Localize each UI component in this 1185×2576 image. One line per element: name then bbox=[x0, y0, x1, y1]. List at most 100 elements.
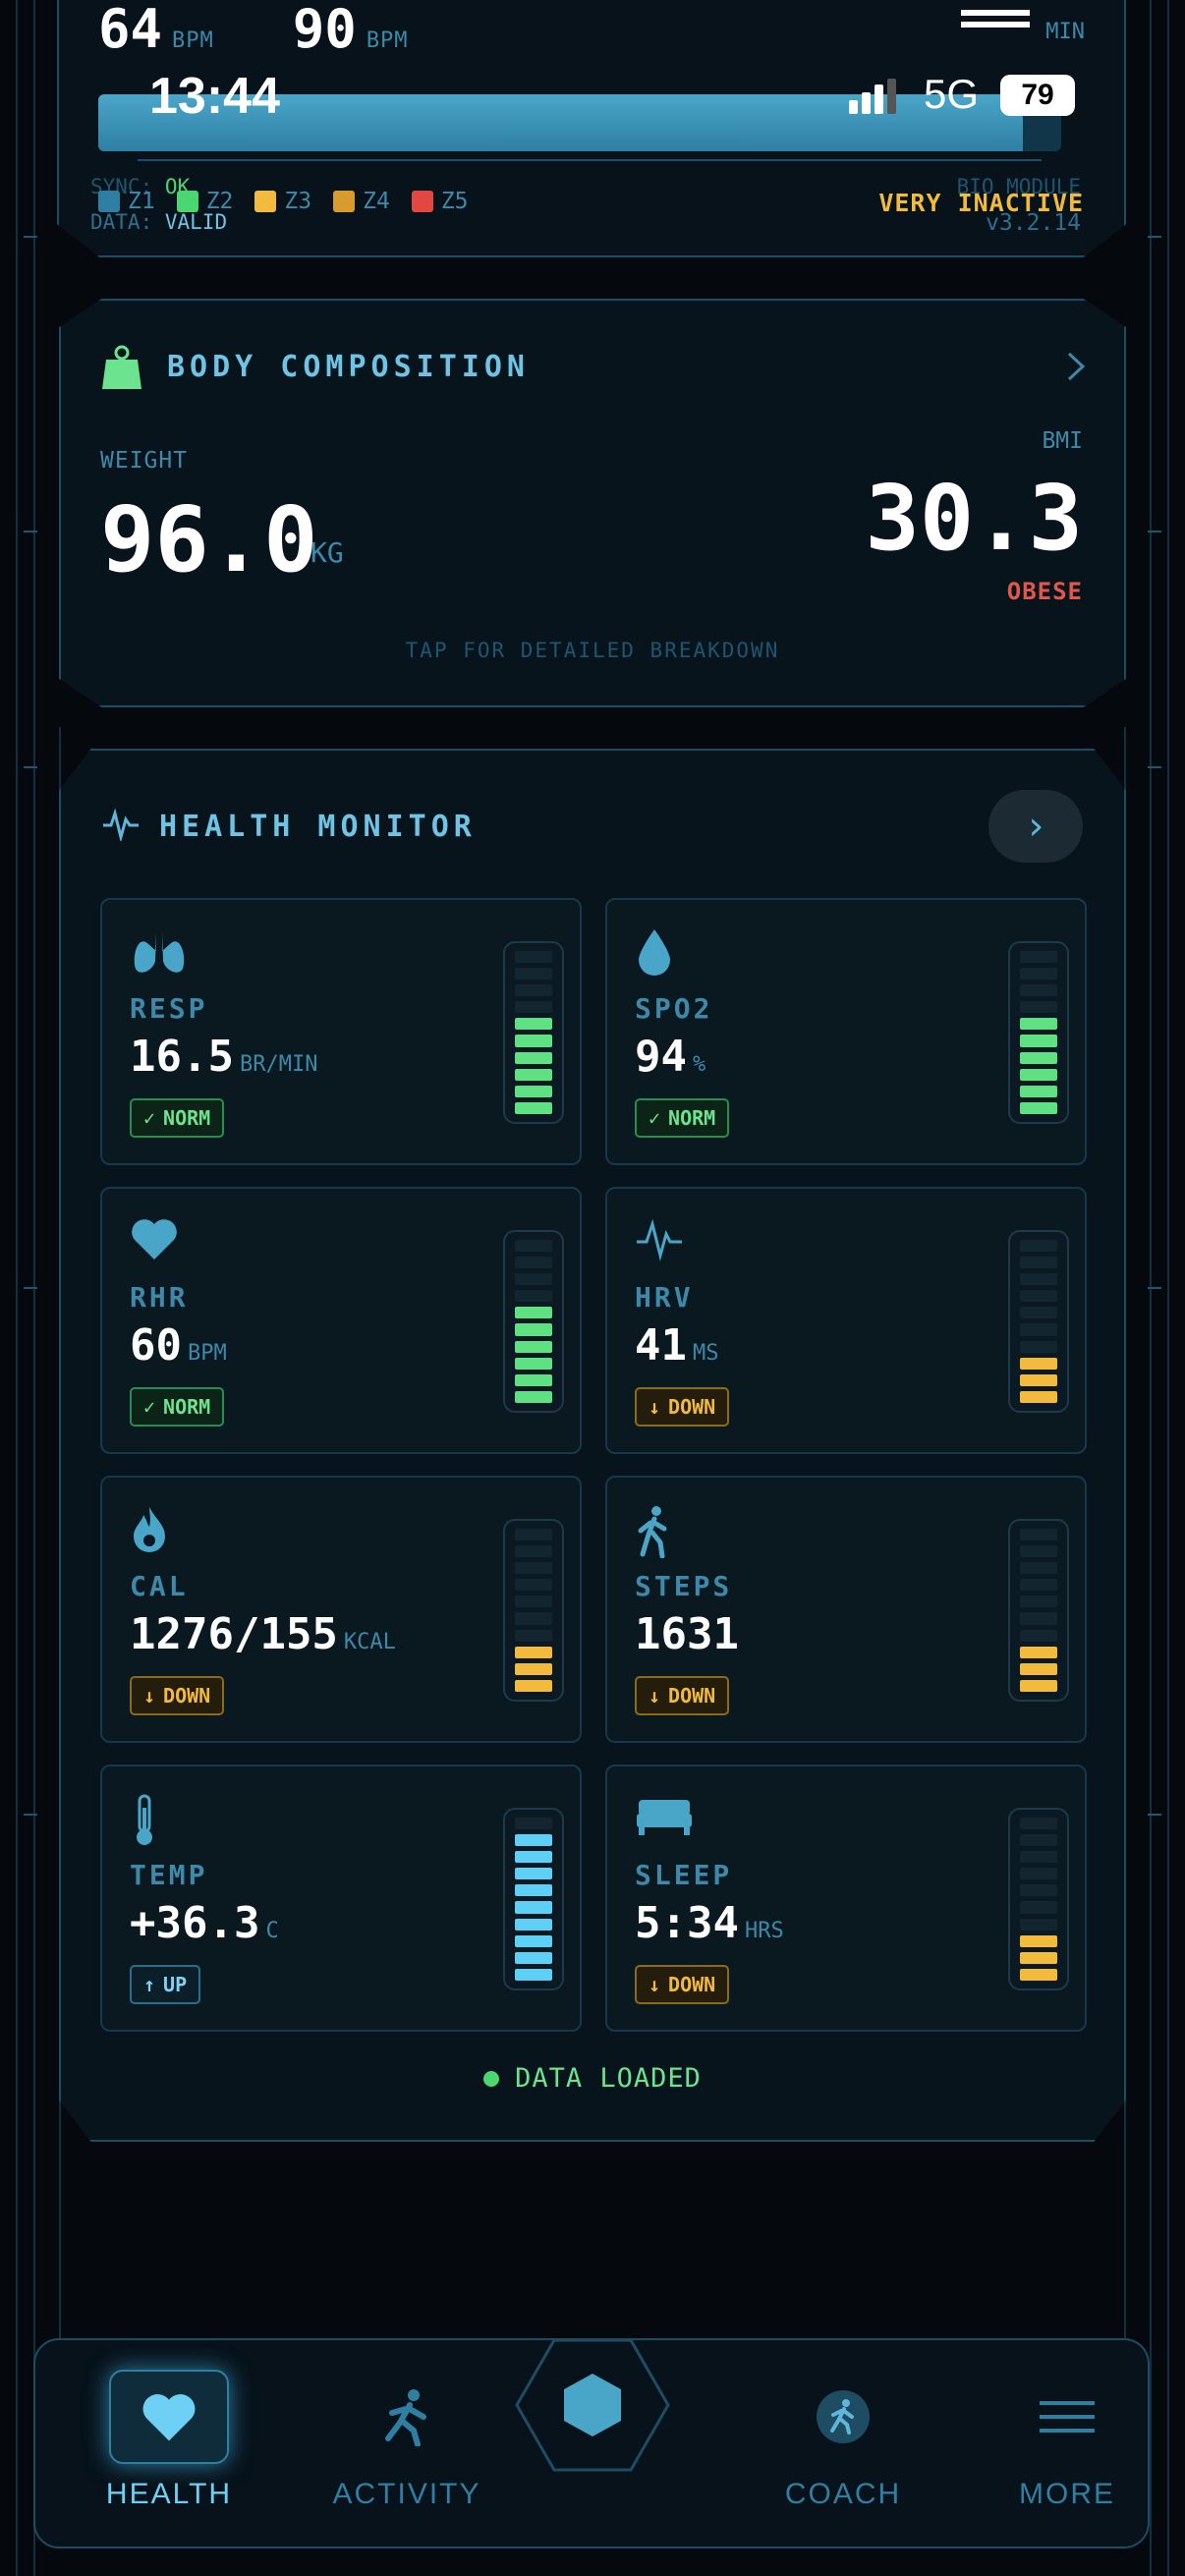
metric-name: STEPS bbox=[635, 1570, 733, 1602]
running-icon bbox=[347, 2370, 467, 2464]
body-composition-card[interactable]: BODY COMPOSITION WEIGHT 96.0 KG BMI 30.3… bbox=[59, 299, 1126, 707]
gauge-segment bbox=[1020, 1868, 1057, 1880]
metric-card-rhr[interactable]: RHR 60 BPM ✓ NORM bbox=[100, 1187, 582, 1454]
gauge-segment bbox=[515, 1918, 552, 1931]
heart-icon bbox=[109, 2370, 229, 2464]
status-down-icon: ↓ bbox=[649, 1973, 661, 1996]
nav-item-coach[interactable]: COACH bbox=[745, 2370, 941, 2511]
gauge-segment bbox=[1020, 1968, 1057, 1981]
thermometer-icon bbox=[130, 1794, 189, 1849]
gauge-segment bbox=[515, 1390, 552, 1403]
gauge-segment bbox=[1020, 1018, 1057, 1031]
status-badge: ↓ DOWN bbox=[635, 1965, 730, 2004]
weight-label: WEIGHT bbox=[100, 448, 189, 474]
status-bar: 13:44 5G 79 bbox=[0, 59, 1185, 138]
metric-card-temp[interactable]: TEMP +36.3 C ↑ UP bbox=[100, 1764, 582, 2032]
gauge-segment bbox=[1020, 1629, 1057, 1642]
status-norm-icon: ✓ bbox=[143, 1106, 156, 1130]
hud-tick bbox=[1148, 531, 1161, 532]
duration-unit: MIN bbox=[1045, 20, 1085, 44]
metric-unit: HRS bbox=[744, 1919, 784, 1943]
metric-value: +36.3 C bbox=[130, 1898, 279, 1948]
metric-value: 60 BPM bbox=[130, 1320, 227, 1371]
gauge-segment bbox=[515, 1968, 552, 1981]
status-norm-icon: ✓ bbox=[143, 1395, 156, 1419]
metric-card-sleep[interactable]: SLEEP 5:34 HRS ↓ DOWN bbox=[605, 1764, 1087, 2032]
metric-number: 1276/155 bbox=[130, 1609, 338, 1659]
zone-swatch bbox=[98, 191, 120, 212]
status-badge-label: UP bbox=[163, 1973, 188, 1996]
gauge-segment bbox=[1020, 1068, 1057, 1081]
gauge-segment bbox=[1020, 1679, 1057, 1692]
metric-card-resp[interactable]: RESP 16.5 BR/MIN ✓ NORM bbox=[100, 898, 582, 1165]
metric-a-value: 64 bbox=[98, 0, 163, 60]
gauge-segment bbox=[515, 1290, 552, 1303]
gauge-segment bbox=[515, 1679, 552, 1692]
gauge-segment bbox=[1020, 1562, 1057, 1575]
pulse-icon bbox=[635, 1216, 694, 1271]
gauge-segment bbox=[515, 1868, 552, 1880]
zone-legend-item: Z4 bbox=[333, 189, 390, 214]
gauge-segment bbox=[1020, 1101, 1057, 1114]
metric-card-steps[interactable]: STEPS 1631 ↓ DOWN bbox=[605, 1476, 1087, 1743]
nav-label: MORE bbox=[1019, 2478, 1115, 2510]
status-badge-label: DOWN bbox=[668, 1395, 716, 1419]
metric-unit: BR/MIN bbox=[239, 1052, 318, 1077]
chevron-right-icon[interactable] bbox=[1063, 350, 1089, 383]
walking-icon bbox=[635, 1505, 694, 1560]
duration-placeholder bbox=[961, 10, 1030, 28]
status-badge-label: NORM bbox=[163, 1106, 211, 1130]
level-gauge bbox=[503, 1808, 564, 1990]
metric-card-cal[interactable]: CAL 1276/155 KCAL ↓ DOWN bbox=[100, 1476, 582, 1743]
metric-unit: KCAL bbox=[343, 1630, 396, 1654]
gauge-segment bbox=[1020, 1545, 1057, 1558]
zone-legend-item: Z3 bbox=[254, 189, 311, 214]
gauge-segment bbox=[515, 1018, 552, 1031]
gauge-segment bbox=[1020, 1662, 1057, 1675]
gauge-segment bbox=[1020, 968, 1057, 980]
gauge-segment bbox=[515, 1612, 552, 1625]
metric-card-hrv[interactable]: HRV 41 MS ↓ DOWN bbox=[605, 1187, 1087, 1454]
gauge-segment bbox=[1020, 1918, 1057, 1931]
hud-tick bbox=[1148, 1814, 1161, 1816]
gauge-segment bbox=[1020, 1596, 1057, 1608]
nav-item-activity[interactable]: ACTIVITY bbox=[309, 2370, 505, 2511]
gauge-segment bbox=[515, 1596, 552, 1608]
zone-swatch bbox=[176, 191, 198, 212]
gauge-segment bbox=[1020, 1646, 1057, 1658]
gauge-segment bbox=[1020, 1579, 1057, 1592]
metric-name: RESP bbox=[130, 992, 208, 1025]
level-gauge bbox=[503, 941, 564, 1124]
heart-icon bbox=[130, 1216, 189, 1271]
metric-card-spo2[interactable]: SPO2 94% ✓ NORM bbox=[605, 898, 1087, 1165]
gauge-segment bbox=[515, 1035, 552, 1047]
health-monitor-expand-button[interactable]: › bbox=[988, 790, 1083, 863]
load-status: DATA LOADED bbox=[61, 2063, 1124, 2094]
gauge-segment bbox=[515, 1901, 552, 1914]
status-badge: ✓ NORM bbox=[130, 1098, 225, 1138]
gauge-segment bbox=[515, 1884, 552, 1897]
metric-value: 41 MS bbox=[635, 1320, 718, 1371]
gauge-segment bbox=[1020, 984, 1057, 997]
gauge-segment bbox=[515, 1257, 552, 1269]
gauge-segment bbox=[1020, 1290, 1057, 1303]
nav-item-health[interactable]: HEALTH bbox=[71, 2370, 267, 2511]
gauge-segment bbox=[515, 1951, 552, 1964]
metric-value: 5:34 HRS bbox=[635, 1898, 784, 1948]
nav-item-more[interactable]: MORE bbox=[969, 2370, 1165, 2511]
zone-label: Z4 bbox=[363, 189, 390, 214]
zone-swatch bbox=[254, 191, 277, 212]
zone-ruler bbox=[138, 159, 1042, 169]
menu-icon bbox=[1007, 2370, 1127, 2464]
hud-tick bbox=[24, 236, 37, 238]
zone-label: Z5 bbox=[440, 189, 469, 214]
status-badge-label: NORM bbox=[668, 1106, 716, 1130]
pulse-icon bbox=[103, 808, 139, 841]
status-down-icon: ↓ bbox=[649, 1395, 661, 1419]
center-hex-button[interactable] bbox=[515, 2338, 670, 2472]
version-label: v3.2.14 bbox=[986, 210, 1081, 236]
level-gauge bbox=[1008, 1808, 1069, 1990]
metric-value: 1631 bbox=[635, 1609, 745, 1659]
gauge-segment bbox=[1020, 1240, 1057, 1253]
gauge-segment bbox=[515, 1529, 552, 1541]
